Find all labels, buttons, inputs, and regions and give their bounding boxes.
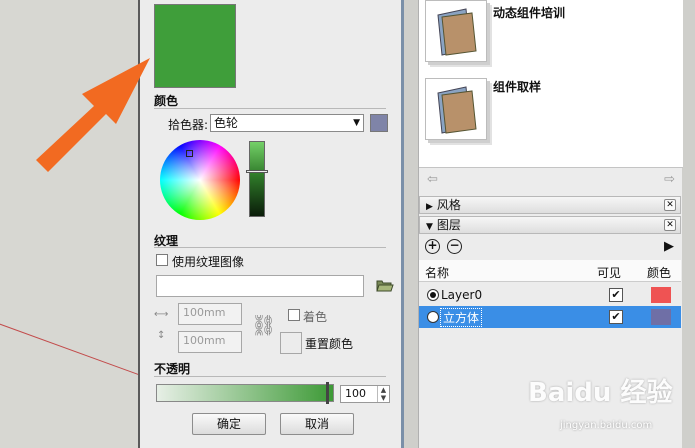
table-row[interactable]: Layer0 ✔: [419, 284, 681, 306]
ok-button[interactable]: 确定: [192, 413, 266, 435]
opacity-value: 100: [345, 387, 366, 400]
close-icon[interactable]: ✕: [664, 199, 676, 211]
component-name[interactable]: 动态组件培训: [493, 4, 565, 21]
watermark-logo: Baidu 经验: [528, 378, 673, 408]
picker-select-value: 色轮: [214, 116, 239, 130]
layer-color-swatch[interactable]: [651, 309, 671, 325]
red-axis-line: [0, 320, 138, 380]
reset-color-label[interactable]: 重置颜色: [305, 335, 353, 352]
active-layer-radio[interactable]: [427, 289, 439, 301]
component-name[interactable]: 组件取样: [493, 78, 541, 95]
width-arrow-icon: ⟷: [154, 309, 169, 320]
layer-color-swatch[interactable]: [651, 287, 671, 303]
visible-checkbox[interactable]: ✔: [609, 288, 623, 302]
column-color[interactable]: 颜色: [647, 264, 671, 281]
material-preview-swatch[interactable]: [154, 4, 236, 88]
brightness-slider-thumb[interactable]: [246, 170, 268, 173]
divider: [154, 108, 386, 109]
color-wheel[interactable]: [160, 140, 240, 220]
texture-height-input[interactable]: 100mm: [178, 331, 242, 353]
folder-icon: [437, 86, 477, 134]
style-tray-header[interactable]: ▶ 风格 ✕: [419, 196, 681, 214]
cancel-button[interactable]: 取消: [280, 413, 354, 435]
details-icon[interactable]: ▶: [664, 239, 674, 254]
layer-name[interactable]: Layer0: [441, 288, 482, 302]
expand-triangle-icon: ▶: [426, 202, 433, 212]
collapse-triangle-icon: ▼: [426, 222, 433, 232]
column-name[interactable]: 名称: [425, 264, 449, 281]
divider: [154, 247, 386, 248]
opacity-section-title: 不透明: [154, 362, 191, 376]
link-aspect-icon[interactable]: ⛓: [251, 313, 276, 337]
layer-name[interactable]: 立方体: [439, 308, 483, 327]
opacity-slider[interactable]: [156, 384, 334, 402]
height-arrow-icon: ↕: [157, 330, 166, 341]
watermark-url: jingyan.baidu.com: [560, 420, 653, 431]
forward-arrow-icon[interactable]: ⇨: [664, 172, 675, 187]
texture-path-input[interactable]: [156, 275, 364, 297]
back-arrow-icon[interactable]: ⇦: [427, 172, 438, 187]
divider: [154, 376, 386, 377]
visible-checkbox[interactable]: ✔: [609, 310, 623, 324]
add-layer-icon[interactable]: +: [425, 239, 440, 254]
use-texture-checkbox[interactable]: [156, 254, 168, 266]
picker-select[interactable]: 色轮 ▼: [210, 114, 364, 132]
style-tray-title: 风格: [436, 198, 461, 212]
model-canvas[interactable]: [0, 0, 138, 448]
layers-table-header: 名称 可见 颜色: [419, 260, 681, 282]
close-icon[interactable]: ✕: [664, 219, 676, 231]
color-section-title: 颜色: [154, 94, 179, 108]
components-browser: 动态组件培训 组件取样: [419, 0, 683, 168]
table-row[interactable]: 立方体 ✔: [419, 306, 681, 328]
use-texture-label: 使用纹理图像: [172, 255, 245, 269]
picker-color-swatch[interactable]: [370, 114, 388, 132]
picker-label: 拾色器:: [168, 118, 209, 132]
reset-color-swatch[interactable]: [280, 332, 302, 354]
spin-arrows-icon[interactable]: ▲ ▼: [377, 386, 389, 402]
component-thumbnail[interactable]: [425, 0, 487, 62]
component-thumbnail[interactable]: [425, 78, 487, 140]
chevron-down-icon: ▼: [353, 118, 360, 128]
material-dialog: 颜色 拾色器: 色轮 ▼ 纹理 使用纹理图像 ⟷ 100mm ↕ 100mm ⛓…: [138, 0, 404, 448]
layers-tray-title: 图层: [436, 218, 461, 232]
opacity-spinbox[interactable]: 100 ▲ ▼: [340, 385, 390, 403]
color-wheel-marker[interactable]: [186, 150, 193, 157]
delete-layer-icon[interactable]: −: [447, 239, 462, 254]
texture-width-input[interactable]: 100mm: [178, 303, 242, 325]
active-layer-radio[interactable]: [427, 311, 439, 323]
opacity-slider-thumb[interactable]: [326, 382, 329, 404]
column-visible[interactable]: 可见: [597, 264, 621, 281]
layers-tray-header[interactable]: ▼ 图层 ✕: [419, 216, 681, 234]
colorize-checkbox[interactable]: [288, 309, 300, 321]
components-nav: ⇦ ⇨: [419, 170, 683, 190]
colorize-label: 着色: [303, 310, 328, 324]
brightness-slider[interactable]: [249, 141, 265, 217]
folder-icon: [437, 8, 477, 56]
browse-folder-icon[interactable]: [376, 278, 394, 292]
